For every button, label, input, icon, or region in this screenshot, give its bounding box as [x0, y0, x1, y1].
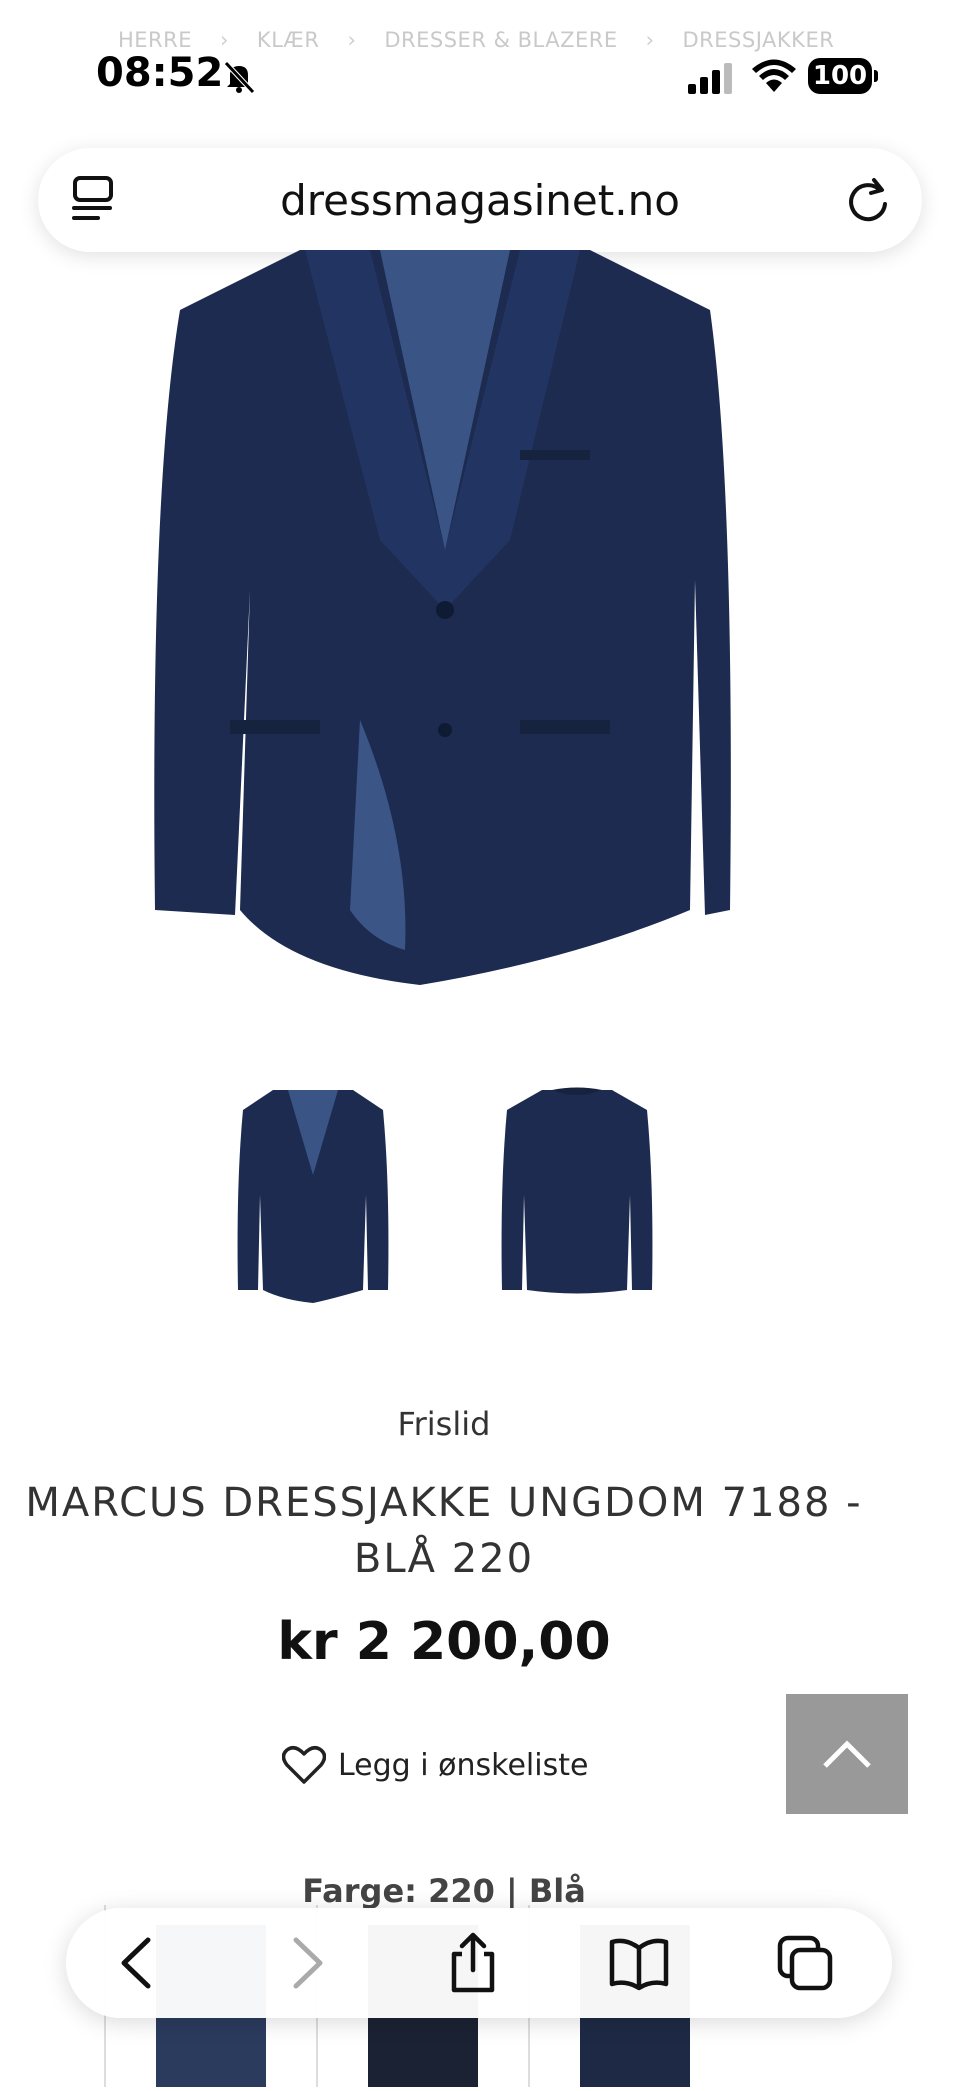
- product-price: kr 2 200,00: [277, 1612, 611, 1672]
- reload-icon[interactable]: [844, 174, 892, 226]
- breadcrumb-separator: ›: [347, 28, 357, 52]
- breadcrumb-separator: ›: [220, 28, 229, 52]
- forward-icon[interactable]: [274, 1932, 336, 1994]
- share-icon[interactable]: [442, 1932, 504, 1994]
- product-title-line1: MARCUS DRESSJAKKE UNGDOM 7188 -: [25, 1480, 863, 1526]
- browser-toolbar: [66, 1908, 892, 2018]
- breadcrumb-dresser[interactable]: DRESSER & BLAZERE: [384, 28, 617, 52]
- breadcrumb-dressjakker[interactable]: DRESSJAKKER: [683, 28, 835, 52]
- status-time: 08:52: [96, 50, 224, 96]
- product-image[interactable]: [150, 250, 740, 990]
- thumbnail-back[interactable]: [492, 1085, 662, 1305]
- heart-icon: [282, 1746, 326, 1784]
- battery-indicator: 100: [808, 58, 878, 94]
- bookmarks-icon[interactable]: [608, 1932, 670, 1994]
- wishlist-label: Legg i ønskeliste: [338, 1747, 589, 1783]
- breadcrumb-separator: ›: [645, 28, 655, 52]
- url-text[interactable]: dressmagasinet.no: [38, 176, 922, 225]
- product-title: MARCUS DRESSJAKKE UNGDOM 7188 - BLÅ 220: [0, 1475, 888, 1587]
- wifi-icon: [752, 59, 796, 92]
- breadcrumb-herre[interactable]: HERRE: [118, 28, 192, 52]
- breadcrumb: HERRE › KLÆR › DRESSER & BLAZERE › DRESS…: [118, 28, 834, 52]
- product-title-line2: BLÅ 220: [353, 1536, 535, 1582]
- breadcrumb-klaer[interactable]: KLÆR: [257, 28, 320, 52]
- back-icon[interactable]: [108, 1932, 170, 1994]
- scroll-to-top-button[interactable]: [786, 1694, 908, 1814]
- bell-muted-icon: [224, 61, 255, 94]
- tabs-icon[interactable]: [774, 1932, 836, 1994]
- address-bar[interactable]: dressmagasinet.no: [38, 148, 922, 252]
- add-to-wishlist-button[interactable]: Legg i ønskeliste: [282, 1745, 588, 1785]
- product-brand[interactable]: Frislid: [0, 1405, 888, 1443]
- cellular-signal-icon: [688, 63, 732, 94]
- thumbnail-front[interactable]: [228, 1085, 398, 1305]
- chevron-up-icon: [823, 1740, 871, 1768]
